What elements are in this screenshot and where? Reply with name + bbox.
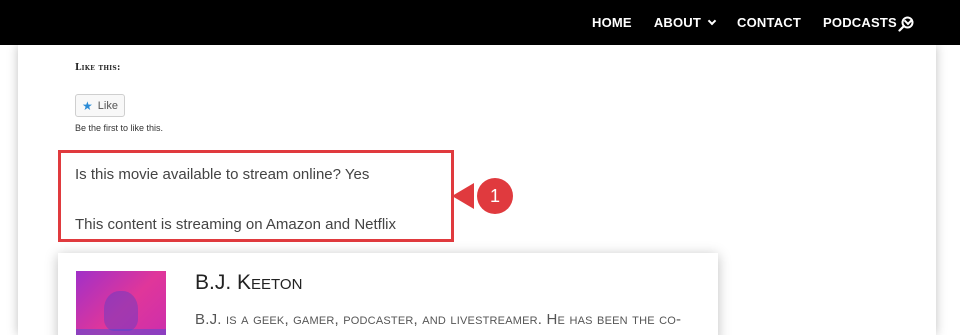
- author-bio: B.J. is a geek, gamer, podcaster, and li…: [195, 311, 682, 328]
- avatar: [76, 271, 166, 335]
- author-name: B.J. Keeton: [195, 271, 303, 294]
- top-navigation-bar: HOME ABOUT CONTACT PODCASTS: [0, 0, 960, 45]
- star-icon: ★: [82, 98, 93, 113]
- stream-services: This content is streaming on Amazon and …: [75, 216, 396, 233]
- avatar-band: [76, 329, 166, 335]
- nav-item-label: ABOUT: [653, 15, 702, 30]
- chevron-down-icon: [707, 16, 717, 25]
- nav-item-home[interactable]: HOME: [592, 15, 632, 30]
- nav-item-about[interactable]: ABOUT: [653, 15, 717, 30]
- nav-item-label: PODCASTS: [823, 15, 897, 30]
- like-button-label: Like: [97, 99, 118, 112]
- nav-item-contact[interactable]: CONTACT: [737, 15, 801, 30]
- like-heading: Like this:: [75, 63, 121, 73]
- stream-question: Is this movie available to stream online…: [75, 166, 370, 183]
- author-box: B.J. Keeton B.J. is a geek, gamer, podca…: [58, 253, 718, 335]
- callout-badge: 1: [452, 178, 513, 214]
- nav-item-label: HOME: [592, 15, 632, 30]
- search-icon[interactable]: [898, 16, 914, 32]
- nav-item-label: CONTACT: [737, 15, 802, 30]
- like-button[interactable]: ★ Like: [75, 94, 125, 117]
- like-count-text: Be the first to like this.: [75, 123, 164, 133]
- main-nav: HOME ABOUT CONTACT PODCASTS: [592, 15, 931, 30]
- callout-number: 1: [490, 186, 500, 206]
- avatar-silhouette: [104, 291, 138, 331]
